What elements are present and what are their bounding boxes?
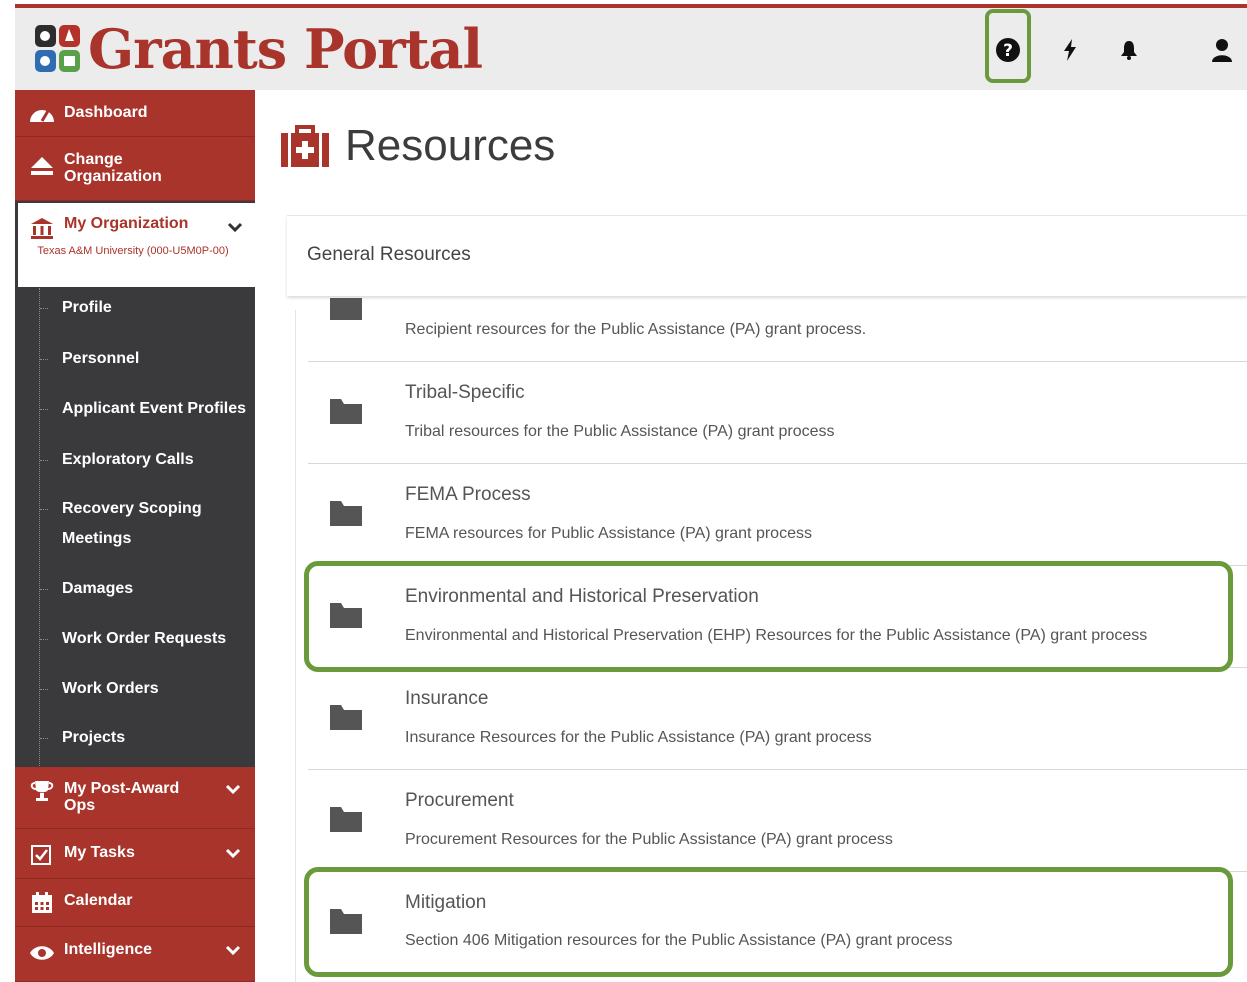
- sidebar-item-projects[interactable]: Projects: [39, 723, 125, 753]
- folder-icon[interactable]: [330, 500, 362, 526]
- medkit-icon: [281, 125, 329, 167]
- mitigation-highlight: [304, 867, 1233, 977]
- panel-title: General Resources: [307, 244, 471, 265]
- ehp-highlight: [304, 561, 1233, 672]
- eye-icon: [30, 946, 54, 960]
- checkbox-icon: [31, 845, 51, 865]
- sidebar-item-intelligence[interactable]: Intelligence: [15, 927, 255, 982]
- chevron-down-icon[interactable]: [225, 845, 241, 861]
- sidebar-item-personnel[interactable]: Personnel: [39, 344, 139, 374]
- bell-icon[interactable]: [1114, 35, 1144, 65]
- tree-line: [39, 288, 40, 768]
- folder-icon[interactable]: [330, 298, 362, 320]
- sidebar-item-change-organization[interactable]: Change Organization: [15, 137, 255, 201]
- divider: [308, 463, 1247, 464]
- resource-description: Recipient resources for the Public Assis…: [405, 321, 867, 338]
- institution-icon: [31, 218, 53, 239]
- calendar-icon: [32, 892, 52, 913]
- folder-icon[interactable]: [330, 398, 362, 424]
- chevron-down-icon[interactable]: [225, 942, 241, 958]
- general-resources-panel: General Resources: [287, 215, 1247, 296]
- page-title: Resources: [345, 121, 556, 170]
- sidebar-item-exploratory-calls[interactable]: Exploratory Calls: [40, 445, 194, 475]
- sidebar-label-intelligence: Intelligence: [64, 941, 153, 958]
- resource-description: Insurance Resources for the Public Assis…: [405, 729, 872, 746]
- trophy-icon: [30, 781, 54, 801]
- sidebar-item-work-orders[interactable]: Work Orders: [40, 674, 159, 704]
- sidebar: Dashboard Change Organization My Organiz…: [15, 90, 255, 982]
- sidebar-item-my-post-award-ops[interactable]: My Post-Award Ops: [15, 767, 255, 829]
- resource-description: Tribal resources for the Public Assistan…: [405, 423, 835, 440]
- header: Grants Portal ?: [15, 8, 1247, 90]
- app-title[interactable]: Grants Portal: [88, 14, 483, 84]
- sidebar-item-my-tasks[interactable]: My Tasks: [15, 829, 255, 879]
- sidebar-item-damages[interactable]: Damages: [39, 574, 133, 604]
- sidebar-item-profile[interactable]: Profile: [40, 293, 112, 323]
- sidebar-label-change-organization: Change Organization: [64, 151, 162, 185]
- divider: [308, 361, 1247, 362]
- sidebar-item-work-order-requests[interactable]: Work Order Requests: [39, 624, 226, 654]
- sidebar-item-recovery-scoping-meetings[interactable]: Recovery Scoping Meetings: [40, 494, 212, 554]
- sidebar-item-calendar[interactable]: Calendar: [15, 879, 255, 927]
- folder-icon[interactable]: [330, 806, 362, 832]
- chevron-down-icon[interactable]: [225, 781, 241, 797]
- dashboard-icon: [30, 110, 54, 122]
- eject-icon: [31, 157, 53, 175]
- organization-name: Texas A&M University (000-U5M0P-00): [37, 245, 229, 257]
- resource-name-insurance[interactable]: Insurance: [405, 688, 488, 710]
- sidebar-item-applicant-event-profiles[interactable]: Applicant Event Profiles: [39, 394, 246, 424]
- sidebar-label-calendar: Calendar: [64, 892, 133, 909]
- resource-name-tribal-specific[interactable]: Tribal-Specific: [405, 382, 525, 404]
- logo-icon: [35, 25, 80, 72]
- bolt-icon[interactable]: [1055, 35, 1085, 65]
- sidebar-item-dashboard[interactable]: Dashboard: [15, 90, 255, 137]
- sidebar-item-my-organization[interactable]: My Organization Texas A&M University (00…: [18, 203, 255, 287]
- user-icon[interactable]: [1207, 35, 1237, 65]
- sidebar-label-my-post-award-ops: My Post-Award Ops: [64, 780, 180, 814]
- sidebar-label-dashboard: Dashboard: [64, 104, 148, 121]
- resource-name-procurement[interactable]: Procurement: [405, 790, 514, 812]
- sidebar-label-my-organization: My Organization: [64, 215, 189, 232]
- chevron-down-icon[interactable]: [227, 219, 243, 235]
- resource-name-fema-process[interactable]: FEMA Process: [405, 484, 531, 506]
- divider: [308, 769, 1247, 770]
- resource-description: Procurement Resources for the Public Ass…: [405, 831, 893, 848]
- resource-description: FEMA resources for Public Assistance (PA…: [405, 525, 812, 542]
- sidebar-label-my-tasks: My Tasks: [64, 844, 135, 861]
- folder-icon[interactable]: [330, 704, 362, 730]
- help-highlight: [985, 9, 1031, 83]
